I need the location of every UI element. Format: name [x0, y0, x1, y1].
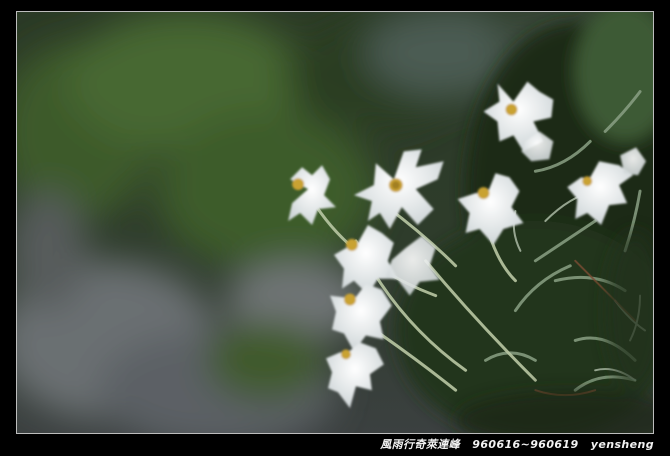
photo-frame: 風雨行奇萊連峰 960616~960619 yensheng	[0, 0, 670, 456]
photo-caption: 風雨行奇萊連峰 960616~960619 yensheng	[380, 437, 654, 453]
caption-author: yensheng	[590, 438, 654, 451]
flower-photo	[16, 11, 654, 434]
caption-title: 風雨行奇萊連峰	[380, 438, 461, 451]
flower-photo-image	[17, 12, 653, 433]
caption-dates: 960616~960619	[472, 438, 579, 451]
